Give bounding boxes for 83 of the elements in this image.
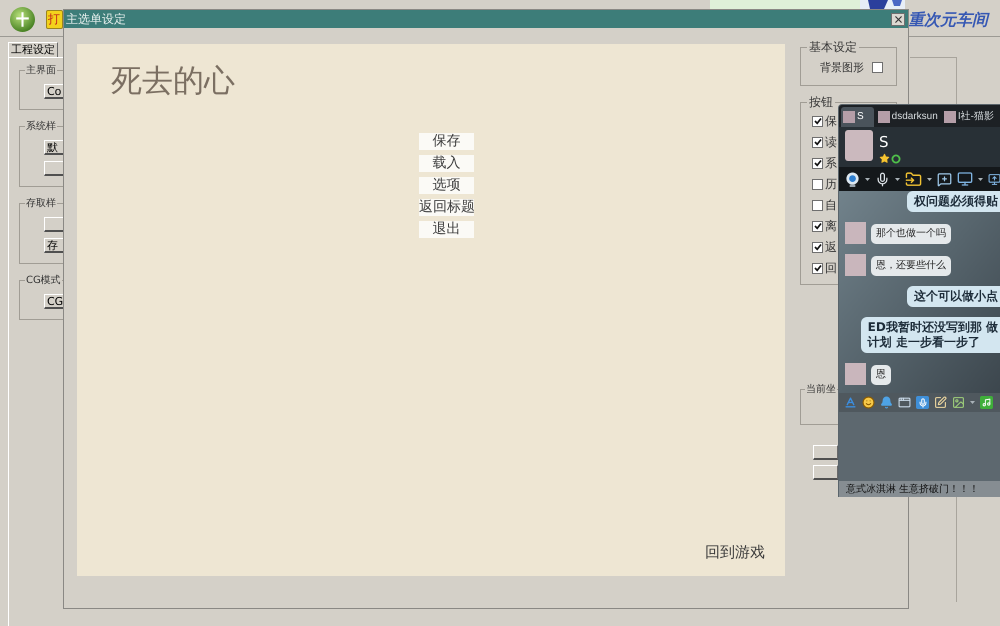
push-button[interactable]: Co — [44, 84, 64, 99]
caret-icon[interactable] — [895, 178, 900, 180]
message-bubble: 那个也做一个吗 — [871, 224, 951, 244]
option-label: 读 — [825, 136, 837, 148]
note-icon[interactable] — [934, 396, 947, 409]
message-bubble: 这个可以做小点 — [907, 286, 1000, 307]
message-bubble: 恩 — [871, 365, 891, 385]
option-label: 保 — [825, 114, 837, 128]
group-title: 按钮 — [808, 95, 834, 109]
message-bubble: 恩，还要些什么 — [871, 256, 951, 276]
ring-icon — [891, 154, 901, 164]
menu-item[interactable]: 选项 — [419, 177, 474, 194]
checkbox[interactable] — [872, 62, 883, 73]
option-label: 返 — [825, 240, 837, 254]
chat-tab[interactable]: S — [841, 107, 874, 127]
window-icon[interactable] — [898, 396, 911, 409]
orb-icon[interactable] — [10, 7, 35, 32]
checkbox[interactable] — [812, 220, 823, 232]
push-button[interactable] — [813, 465, 838, 480]
mic-icon[interactable] — [875, 172, 890, 186]
avatar-icon — [878, 111, 890, 123]
option-label: 历 — [825, 178, 837, 190]
status-text: 意式冰淇淋 生意挤破门！！！ — [846, 484, 980, 496]
screen-share-icon[interactable] — [988, 172, 1000, 186]
checkbox[interactable] — [812, 242, 823, 252]
checkbox[interactable] — [812, 262, 823, 274]
option-label: 自 — [825, 198, 837, 212]
message-bubble: 权问题必须得贴 — [907, 191, 1000, 212]
monitor-icon[interactable] — [957, 171, 973, 187]
logo-text: 重次元车间 — [908, 11, 991, 29]
bell-icon[interactable] — [880, 396, 893, 409]
avatar-image — [845, 363, 866, 385]
close-icon — [892, 14, 904, 24]
push-button[interactable] — [813, 445, 838, 460]
option-label: 回 — [825, 262, 837, 274]
return-link[interactable]: 回到游戏 — [705, 543, 765, 561]
voice-icon[interactable] — [916, 396, 929, 409]
checkbox[interactable] — [812, 136, 823, 148]
dialog-title: 主选单设定 — [66, 12, 126, 26]
push-button[interactable]: CG — [44, 294, 64, 309]
game-title: 死去的心 — [111, 62, 235, 100]
group-title: CG模式 — [25, 274, 62, 287]
checkbox[interactable] — [812, 116, 823, 126]
push-button[interactable] — [44, 217, 64, 232]
group-title: 系统样 — [25, 120, 57, 133]
avatar-icon — [843, 111, 855, 123]
caret-icon[interactable] — [978, 178, 983, 180]
tab[interactable]: 工程设定 — [8, 42, 58, 57]
contact-name: S — [879, 134, 890, 150]
group-title: 主界面 — [25, 64, 57, 77]
group-title: 当前坐 — [805, 383, 837, 396]
star-icon — [879, 153, 890, 164]
menu-item[interactable]: 退出 — [419, 221, 474, 238]
message-bubble: ED我暂时还没写到那 做 计划 走一步看一步了 — [860, 317, 1000, 353]
option-label: 离 — [825, 220, 837, 232]
checkbox[interactable] — [812, 178, 823, 190]
message-icon[interactable] — [937, 172, 952, 186]
image-icon[interactable] — [952, 396, 965, 409]
menu-item[interactable]: 返回标题 — [419, 199, 474, 216]
input-field[interactable] — [839, 412, 1000, 481]
avatar-image — [845, 254, 866, 276]
group-title: 基本设定 — [808, 40, 858, 54]
music-icon[interactable] — [980, 396, 993, 409]
avatar-image — [845, 130, 873, 161]
checkbox[interactable] — [812, 158, 823, 168]
folder-icon[interactable] — [905, 170, 922, 188]
webcam-icon[interactable] — [845, 172, 860, 186]
avatar-image — [845, 222, 866, 244]
toolbar-button[interactable]: 打 — [46, 10, 63, 29]
checkbox[interactable] — [812, 200, 823, 210]
push-button[interactable] — [44, 161, 64, 176]
caret-icon[interactable] — [927, 178, 932, 180]
option-label: 背景图形 — [820, 61, 864, 74]
menu-item[interactable]: 保存 — [419, 133, 474, 150]
group-title: 存取样 — [25, 197, 57, 210]
close-button[interactable] — [891, 12, 905, 26]
push-button[interactable]: 默 — [44, 140, 64, 155]
smiley-icon[interactable] — [862, 396, 875, 409]
menu-item[interactable]: 载入 — [419, 155, 474, 172]
caret-icon[interactable] — [865, 178, 870, 180]
avatar-icon — [944, 111, 956, 123]
push-button[interactable]: 存 — [44, 238, 64, 253]
option-label: 系 — [825, 156, 837, 170]
